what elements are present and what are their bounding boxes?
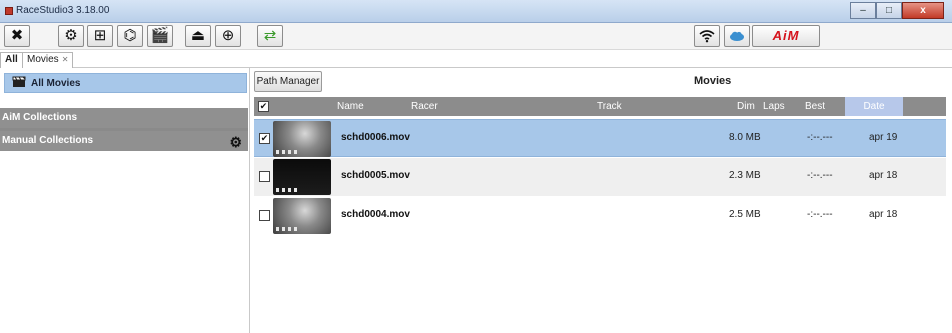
table-row[interactable]: schd0005.mov 2.3 MB -:--.--- apr 18 [254, 158, 946, 196]
cloud-icon[interactable] [724, 25, 750, 47]
title-bar: RaceStudio3 3.18.00 – □ x [0, 0, 952, 23]
video-thumbnail[interactable] [273, 159, 331, 195]
manual-collections-label: Manual Collections [2, 135, 94, 146]
row-checkbox[interactable] [259, 210, 270, 221]
file-size: 8.0 MB [729, 132, 761, 143]
file-date: apr 19 [869, 132, 898, 143]
transfer-icon[interactable]: ⇄ [257, 25, 283, 47]
column-date[interactable]: Date [845, 97, 903, 116]
column-laps[interactable]: Laps [763, 101, 785, 112]
dashboard-icon[interactable]: ⊞ [87, 25, 113, 47]
file-name: schd0006.mov [341, 132, 410, 143]
file-name: schd0004.mov [341, 209, 410, 220]
add-device-icon[interactable]: ⊕ [215, 25, 241, 47]
column-best[interactable]: Best [805, 101, 825, 112]
best-lap: -:--.--- [807, 170, 833, 181]
section-title: Movies [694, 75, 732, 87]
column-dim[interactable]: Dim [737, 101, 755, 112]
wifi-icon[interactable] [694, 25, 720, 47]
app-icon [5, 7, 13, 15]
tools-icon[interactable]: ✖ [4, 25, 30, 47]
table-row[interactable]: ✔ schd0006.mov 8.0 MB -:--.--- apr 19 [254, 119, 946, 157]
row-checkbox[interactable] [259, 171, 270, 182]
aim-logo: AiM [752, 25, 820, 47]
path-manager-button[interactable]: Path Manager [254, 71, 322, 92]
aim-collections-header[interactable]: AiM Collections [0, 108, 248, 128]
best-lap: -:--.--- [807, 209, 833, 220]
table-header: ✔ Name Racer Track Dim Laps Best Date [254, 97, 946, 116]
thumbnail-controls [276, 227, 298, 231]
sidebar-item-label: All Movies [31, 78, 81, 89]
window-title: RaceStudio3 3.18.00 [16, 5, 110, 16]
file-date: apr 18 [869, 209, 898, 220]
settings-gear-icon[interactable]: ⚙ [58, 25, 84, 47]
tab-all-label: All [5, 54, 18, 65]
video-thumbnail[interactable] [273, 198, 331, 234]
tab-all[interactable]: All [0, 52, 23, 68]
main-toolbar: ✖ ⚙ ⊞ ⌬ 🎬 ⏏ ⊕ ⇄ AiM [0, 23, 952, 50]
file-name: schd0005.mov [341, 170, 410, 181]
thumbnail-controls [276, 188, 298, 192]
track-map-icon[interactable]: ⌬ [117, 25, 143, 47]
file-size: 2.5 MB [729, 209, 761, 220]
row-checkbox[interactable]: ✔ [259, 133, 270, 144]
movies-clapper-icon[interactable]: 🎬 [147, 25, 173, 47]
collections-sidebar: All Movies AiM Collections Manual Collec… [0, 68, 250, 333]
best-lap: -:--.--- [807, 132, 833, 143]
clapperboard-icon [12, 76, 26, 91]
minimize-button[interactable]: – [850, 2, 876, 19]
sidebar-item-all-movies[interactable]: All Movies [4, 73, 247, 93]
gear-icon[interactable]: ⚙ [229, 132, 242, 152]
close-button[interactable]: x [902, 2, 944, 19]
window-controls: – □ x [850, 2, 944, 19]
column-track[interactable]: Track [597, 101, 622, 112]
tab-strip: All Movies ✕ [0, 50, 952, 68]
close-tab-icon[interactable]: ✕ [62, 55, 69, 64]
thumbnail-controls [276, 150, 298, 154]
tab-movies-label: Movies [27, 54, 59, 65]
file-date: apr 18 [869, 170, 898, 181]
file-size: 2.3 MB [729, 170, 761, 181]
download-icon[interactable]: ⏏ [185, 25, 211, 47]
maximize-button[interactable]: □ [876, 2, 902, 19]
column-name[interactable]: Name [337, 101, 364, 112]
column-racer[interactable]: Racer [411, 101, 438, 112]
select-all-checkbox[interactable]: ✔ [258, 101, 269, 112]
manual-collections-header[interactable]: Manual Collections ⚙ [0, 131, 248, 151]
tab-movies[interactable]: Movies ✕ [22, 52, 74, 68]
video-thumbnail[interactable] [273, 121, 331, 157]
table-row[interactable]: schd0004.mov 2.5 MB -:--.--- apr 18 [254, 197, 946, 235]
